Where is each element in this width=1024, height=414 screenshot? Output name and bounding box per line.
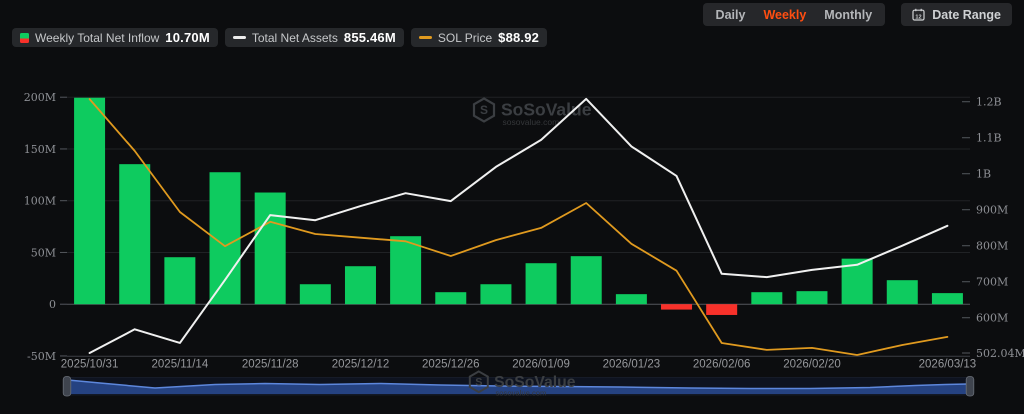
bar-2026/01/16[interactable] (570, 256, 602, 305)
bar-2026/01/02[interactable] (480, 284, 512, 305)
right-axis-label: 1.2B (976, 96, 1002, 109)
x-axis-label: 2025/12/12 (332, 359, 390, 371)
bar-2026/02/13[interactable] (751, 292, 783, 305)
axes: 200M 150M 100M 50M 0 -50M 1.2B 1.1B 1B 900M 800M 70… (24, 91, 1024, 363)
left-axis-label: -50M (27, 350, 56, 363)
x-axis-label: 2026/01/23 (603, 359, 661, 371)
slider-handle-left[interactable] (62, 376, 72, 397)
left-axis-label: 50M (31, 246, 56, 259)
right-axis-label: 600M (976, 312, 1008, 325)
svg-text:sosovalue.com: sosovalue.com (503, 117, 560, 127)
left-axis-label: 100M (24, 195, 56, 208)
x-axis-label: 2026/02/06 (693, 359, 751, 371)
left-axis-label: 200M (24, 91, 56, 104)
bar-2025/11/14[interactable] (164, 257, 196, 305)
right-axis-label: 800M (976, 240, 1008, 253)
bar-2026/02/20[interactable] (796, 291, 828, 305)
x-axis-label: 2025/10/31 (61, 359, 119, 371)
svg-text:sosovalue.com: sosovalue.com (495, 388, 546, 397)
bar-2026/01/09[interactable] (525, 263, 557, 305)
right-axis-label: 1B (976, 168, 991, 181)
svg-text:S: S (475, 377, 482, 389)
right-axis-label: 1.1B (976, 132, 1002, 145)
left-axis-label: 0 (49, 298, 56, 311)
x-axis-label: 2026/02/20 (783, 359, 841, 371)
bar-2026/03/13[interactable] (931, 293, 963, 305)
right-axis-label: 900M (976, 204, 1008, 217)
bar-2025/12/19[interactable] (390, 236, 422, 305)
bar-2025/12/05[interactable] (299, 284, 331, 305)
slider-handle-right[interactable] (965, 376, 975, 397)
x-axis-label: 2025/11/14 (152, 359, 209, 371)
x-axis-label: 2026/03/13 (919, 359, 977, 371)
bar-2025/12/12[interactable] (344, 266, 376, 305)
bar-2026/01/23[interactable] (615, 294, 647, 305)
x-axis-labels: 2025/10/31 2025/11/14 2025/11/28 2025/12/12… (61, 359, 976, 371)
sosovalue-watermark: S SoSoValuesosovalue.com (472, 97, 592, 127)
right-axis-label: 502.04M (976, 347, 1024, 360)
chart-canvas: 200M 150M 100M 50M 0 -50M 1.2B 1.1B 1B 900M 800M 70… (24, 91, 1024, 397)
x-axis-label: 2025/11/28 (242, 359, 299, 371)
bar-2025/11/28[interactable] (254, 192, 286, 305)
svg-text:S: S (480, 103, 488, 117)
inflow-bars[interactable] (74, 97, 963, 315)
bar-2025/10/31[interactable] (74, 97, 106, 305)
left-axis-label: 150M (24, 143, 56, 156)
x-axis-label: 2026/01/09 (512, 359, 570, 371)
bar-2026/01/30[interactable] (661, 304, 693, 310)
bar-2026/03/06[interactable] (886, 280, 918, 305)
bar-2025/12/26[interactable] (435, 292, 467, 305)
bar-2026/02/06[interactable] (706, 304, 738, 315)
right-axis-label: 700M (976, 276, 1008, 289)
x-axis-label: 2025/12/26 (422, 359, 480, 371)
datazoom-slider[interactable]: S SoSoValuesosovalue.com (62, 370, 975, 397)
bar-2025/11/07[interactable] (119, 164, 151, 305)
sol-etf-flow-dashboard: Daily Weekly Monthly 12 Date Range Weekl… (0, 0, 1024, 414)
